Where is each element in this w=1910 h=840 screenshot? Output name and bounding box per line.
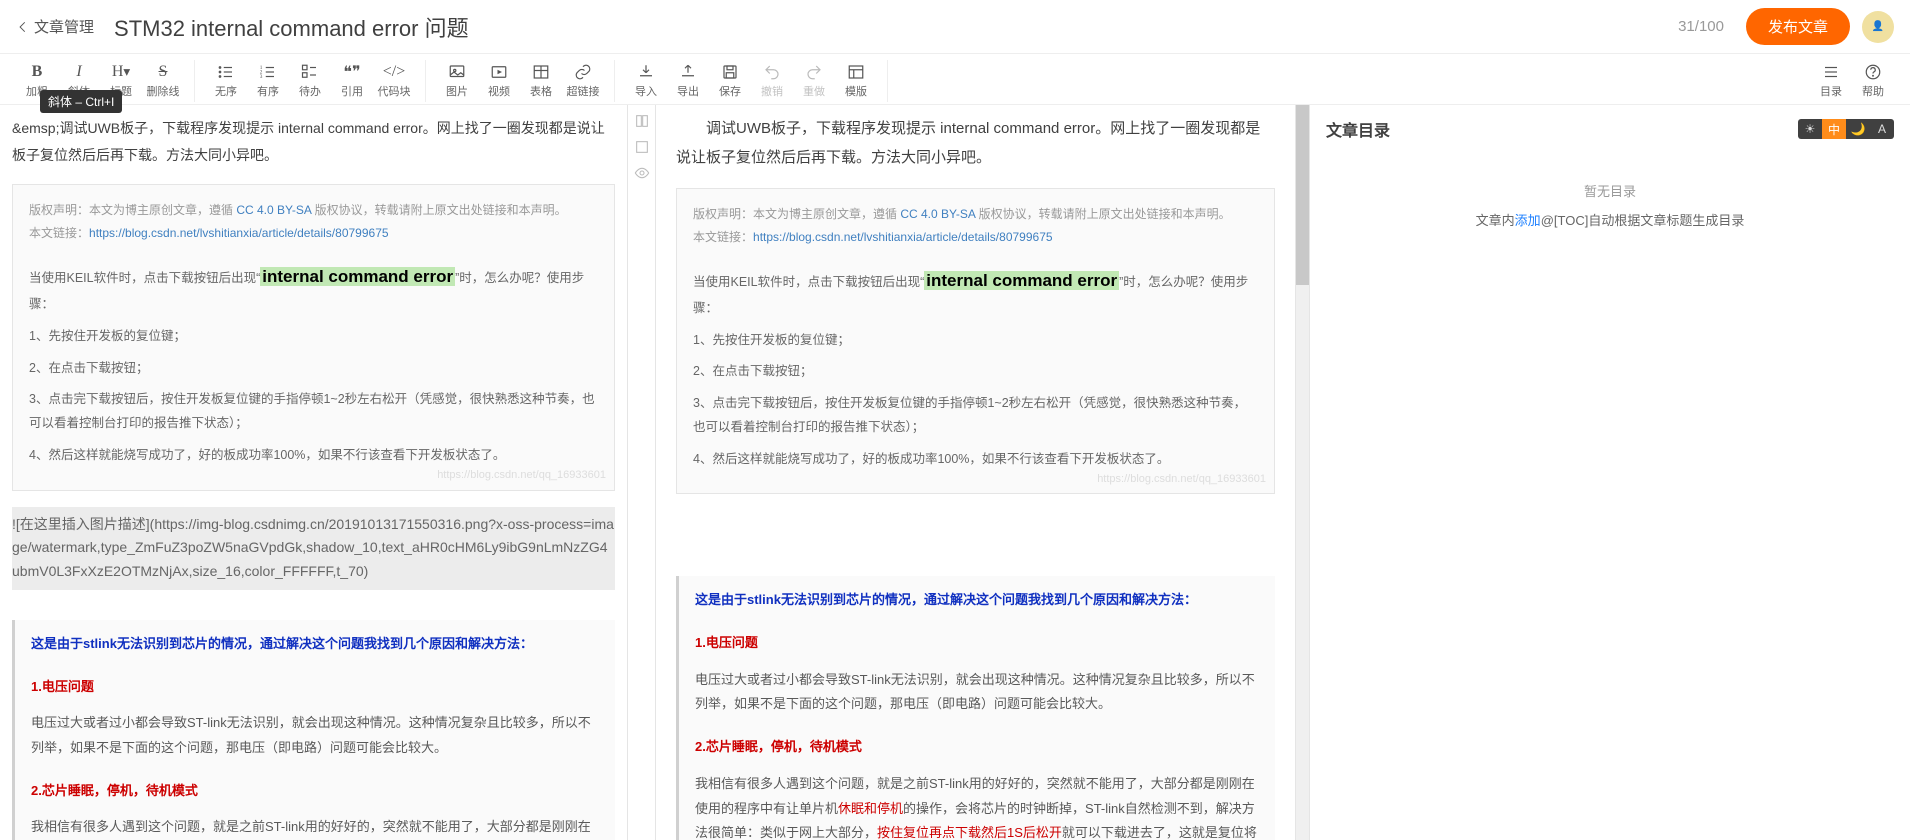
image-markdown: ![在这里插入图片描述](https://img-blog.csdnimg.cn… [12, 507, 615, 590]
cc-link-preview[interactable]: CC 4.0 BY-SA [900, 207, 975, 221]
toc-title: 文章目录 [1326, 117, 1390, 141]
back-button[interactable]: 文章管理 [16, 16, 94, 37]
back-label: 文章管理 [34, 16, 94, 37]
code-icon: </> [383, 63, 406, 81]
import-button[interactable]: 导入 [625, 60, 667, 102]
save-button[interactable]: 保存 [709, 60, 751, 102]
image-icon [448, 63, 466, 81]
toc-add-link[interactable]: 添加 [1515, 213, 1541, 228]
bold-icon: B [32, 63, 43, 81]
sync-scroll-icon[interactable] [634, 113, 650, 129]
template-button[interactable]: 模版 [835, 60, 877, 102]
watermark-text: https://blog.csdn.net/qq_16933601 [437, 465, 606, 486]
title-counter: 31/100 [1678, 18, 1724, 35]
undo-icon [763, 63, 781, 81]
user-avatar[interactable]: 👤 [1862, 11, 1894, 43]
mode-cn[interactable]: 中 [1822, 119, 1846, 139]
preview-quote-block: 版权声明：本文为博主原创文章，遵循 CC 4.0 BY-SA 版权协议，转载请附… [676, 188, 1275, 494]
eye-icon[interactable] [634, 165, 650, 181]
mode-dark[interactable]: 🌙 [1846, 119, 1870, 139]
source-link[interactable]: https://blog.csdn.net/lvshitianxia/artic… [89, 226, 389, 240]
redo-icon [805, 63, 823, 81]
article-title-input[interactable] [106, 10, 1666, 44]
editor-sub-block: 这是由于stlink无法识别到芯片的情况，通过解决这个问题我找到几个原因和解决方… [12, 620, 615, 840]
toc-panel: 文章目录 ☀ 中 🌙 A 暂无目录 文章内添加@[TOC]自动根据文章标题生成目… [1310, 105, 1910, 840]
import-icon [637, 63, 655, 81]
preview-only-icon[interactable] [634, 139, 650, 155]
video-icon [490, 63, 508, 81]
header-bar: 文章管理 31/100 发布文章 👤 [0, 0, 1910, 54]
help-button[interactable]: 帮助 [1852, 60, 1894, 102]
quote-button[interactable]: ❝❞引用 [331, 60, 373, 102]
theme-toggle[interactable]: ☀ 中 🌙 A [1798, 119, 1894, 139]
ol-button[interactable]: 123有序 [247, 60, 289, 102]
video-button[interactable]: 视频 [478, 60, 520, 102]
toc-icon [1822, 63, 1840, 81]
markdown-editor[interactable]: &emsp;调试UWB板子，下载程序发现提示 internal command … [0, 105, 628, 840]
ul-icon [217, 63, 235, 81]
highlight-text: internal command error [260, 267, 455, 286]
redo-button[interactable]: 重做 [793, 60, 835, 102]
template-icon [847, 63, 865, 81]
cc-link[interactable]: CC 4.0 BY-SA [236, 203, 311, 217]
toc-empty-text: 暂无目录 [1326, 181, 1894, 200]
quote-icon: ❝❞ [343, 63, 360, 81]
code-button[interactable]: </>代码块 [373, 60, 415, 102]
ul-button[interactable]: 无序 [205, 60, 247, 102]
link-icon [574, 63, 592, 81]
italic-icon: I [76, 63, 81, 81]
undo-button[interactable]: 撤销 [751, 60, 793, 102]
table-icon [532, 63, 550, 81]
svg-text:3: 3 [260, 74, 263, 80]
export-icon [679, 63, 697, 81]
source-link-preview[interactable]: https://blog.csdn.net/lvshitianxia/artic… [753, 230, 1053, 244]
strike-button[interactable]: S删除线 [142, 60, 184, 102]
italic-tooltip: 斜体 – Ctrl+I [40, 90, 122, 113]
image-button[interactable]: 图片 [436, 60, 478, 102]
table-button[interactable]: 表格 [520, 60, 562, 102]
editor-quote-block: 版权声明：本文为博主原创文章，遵循 CC 4.0 BY-SA 版权协议，转载请附… [12, 184, 615, 490]
preview-sub-block: 这是由于stlink无法识别到芯片的情况，通过解决这个问题我找到几个原因和解决方… [676, 576, 1275, 840]
editor-intro: &emsp;调试UWB板子，下载程序发现提示 internal command … [12, 115, 615, 168]
toc-hint: 文章内添加@[TOC]自动根据文章标题生成目录 [1326, 210, 1894, 229]
task-icon [301, 63, 319, 81]
export-button[interactable]: 导出 [667, 60, 709, 102]
editor-gutter [628, 105, 656, 840]
preview-intro: 调试UWB板子，下载程序发现提示 internal command error。… [676, 115, 1275, 172]
preview-scrollbar[interactable] [1296, 105, 1310, 840]
link-button[interactable]: 超链接 [562, 60, 604, 102]
preview-pane: 调试UWB板子，下载程序发现提示 internal command error。… [656, 105, 1296, 840]
mode-a[interactable]: A [1870, 119, 1894, 139]
strike-icon: S [159, 63, 168, 81]
save-icon [721, 63, 739, 81]
task-button[interactable]: 待办 [289, 60, 331, 102]
mode-light[interactable]: ☀ [1798, 119, 1822, 139]
help-icon [1864, 63, 1882, 81]
heading-icon: H▾ [112, 63, 130, 81]
chevron-left-icon [16, 20, 30, 34]
ol-icon: 123 [259, 63, 277, 81]
editor-toolbar: B加粗 I斜体 H▾标题 S删除线 斜体 – Ctrl+I 无序 123有序 待… [0, 54, 1910, 105]
toc-button[interactable]: 目录 [1810, 60, 1852, 102]
publish-button[interactable]: 发布文章 [1746, 8, 1850, 45]
